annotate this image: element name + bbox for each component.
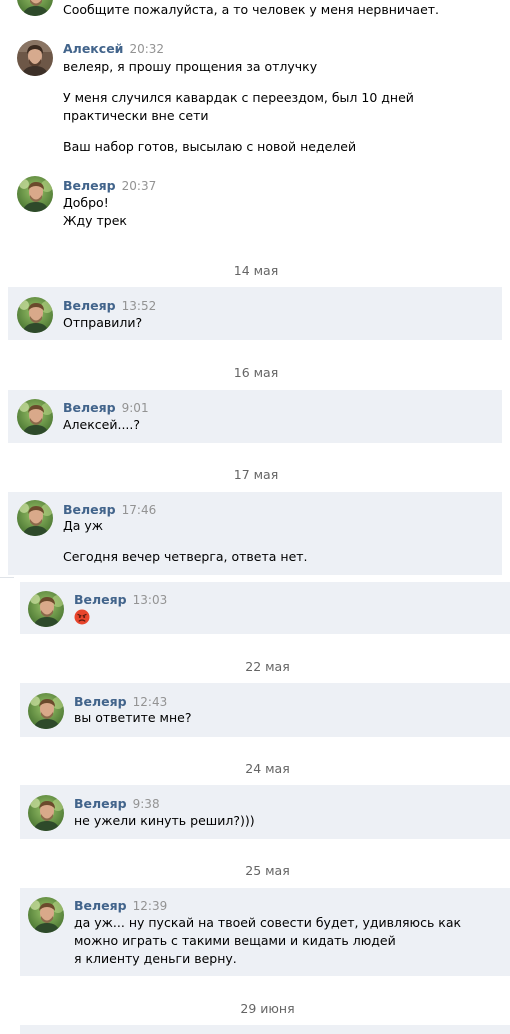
author-name[interactable]: Велеяр [63,178,116,193]
avatar[interactable] [17,176,53,212]
message-time[interactable]: 20:32 [129,42,164,56]
date-separator: 22 мая [245,659,290,674]
avatar[interactable] [17,399,53,435]
message-header: Алексей 20:32 [63,41,164,57]
avatar[interactable] [28,897,64,933]
avatar[interactable] [28,693,64,729]
author-name[interactable]: Велеяр [74,694,127,709]
message-header: Велеяр 9:01 [63,400,149,416]
message[interactable]: Велеяр 12:39 да уж... ну пускай на твоей … [20,888,510,976]
message-text [74,607,90,625]
message-header: Велеяр 13:03 [74,592,167,608]
message-text: велеяр, я прошу прощения за отлучку У ме… [63,59,414,154]
author-name[interactable]: Велеяр [74,898,127,913]
message-header: Велеяр 12:43 [74,694,167,710]
message[interactable]: Велеяр 20:37 Добро! Жду трек [8,170,502,234]
message-header: Велеяр 20:37 [63,178,156,194]
date-separator: 24 мая [245,761,290,776]
message-text: Отправили? [63,315,143,330]
message[interactable]: Велеяр 12:43 вы ответите мне? [20,683,510,737]
message[interactable]: Велеяр 9:01 Алексей....? [8,390,502,443]
message-text: вы ответите мне? [74,710,192,725]
avatar[interactable] [17,297,53,333]
message-text: Добро! Жду трек [63,195,127,228]
message-header: Велеяр 13:52 [63,298,156,314]
date-separator: 25 мая [245,863,290,878]
message-text: Алексей....? [63,417,140,432]
date-separator: 14 мая [233,263,279,278]
author-name[interactable]: Велеяр [63,298,116,313]
angry-face-emoji [74,609,90,625]
message-time[interactable]: 12:39 [133,899,168,913]
message-time[interactable]: 9:38 [133,797,160,811]
avatar[interactable] [17,40,53,76]
message-header: Велеяр 17:46 [63,502,156,518]
avatar[interactable] [17,500,53,536]
message[interactable]: Велеяр 9:38 не ужели кинуть решил?))) [20,785,510,839]
message-text: не ужели кинуть решил?))) [74,813,255,828]
message-time[interactable]: 12:43 [133,695,168,709]
author-name[interactable]: Алексей [63,41,123,56]
message-text: Сообщите пожалуйста, а то человек у меня… [63,2,440,17]
message-time[interactable]: 17:46 [122,503,157,517]
divider [0,577,14,578]
message[interactable]: Велеяр 13:03 [20,582,510,634]
author-name[interactable]: Велеяр [74,796,127,811]
message-header: Велеяр 12:39 [74,898,167,914]
message-text: Да уж Сегодня вечер четверга, ответа нет… [63,518,308,564]
message-partial[interactable]: Сообщите пожалуйста, а то человек у меня… [8,0,502,26]
message[interactable]: Велеяр 17:46 Да уж Сегодня вечер четверга… [8,492,502,575]
author-name[interactable]: Велеяр [63,502,116,517]
message-time[interactable]: 9:01 [122,401,149,415]
avatar[interactable] [17,0,53,16]
author-name[interactable]: Велеяр [63,400,116,415]
message-text: да уж... ну пускай на твоей совести буде… [74,915,462,966]
message-time[interactable]: 20:37 [122,179,157,193]
date-separator: 17 мая [233,467,279,482]
message-time[interactable]: 13:52 [122,299,157,313]
avatar[interactable] [28,795,64,831]
message-time[interactable]: 13:03 [133,593,168,607]
date-separator: 16 мая [233,365,279,380]
message[interactable]: Алексей 20:32 велеяр, я прошу прощения за… [8,34,502,164]
message-header: Велеяр 9:38 [74,796,160,812]
message[interactable]: Велеяр 13:52 Отправили? [8,287,502,340]
date-separator: 29 июня [240,1001,295,1016]
message-partial[interactable] [20,1025,510,1034]
author-name[interactable]: Велеяр [74,592,127,607]
avatar[interactable] [28,591,64,627]
